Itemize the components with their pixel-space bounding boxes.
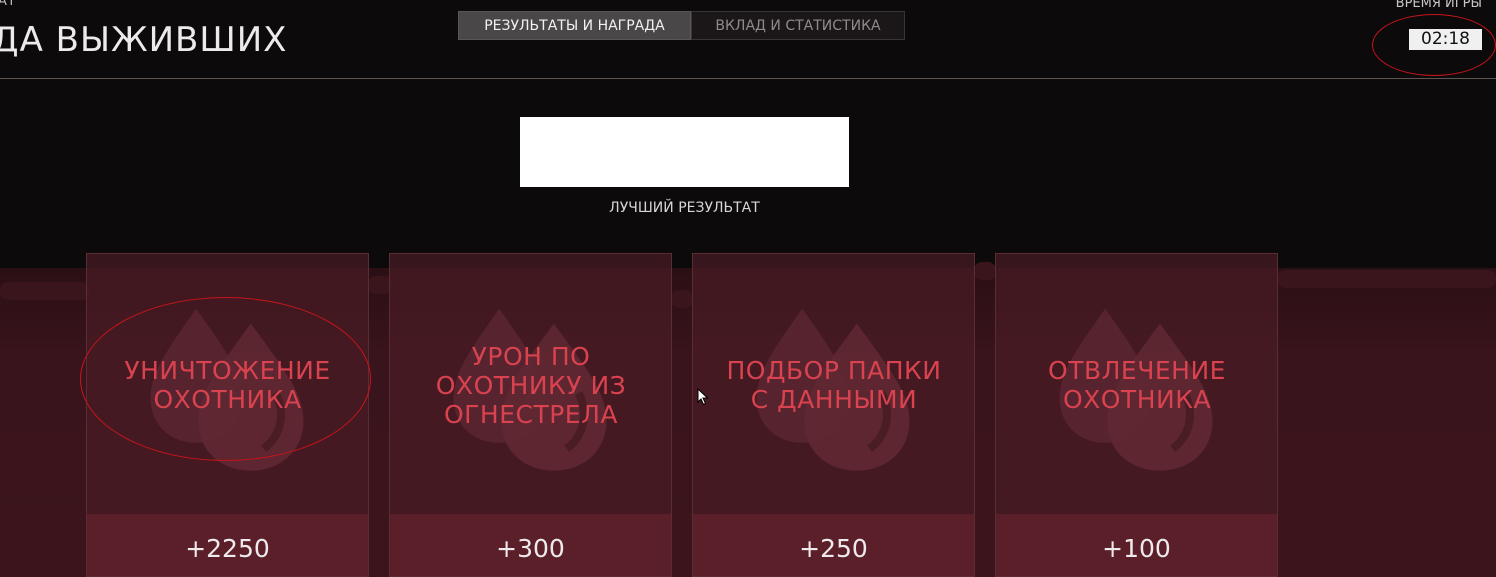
brush-stroke [0, 282, 90, 300]
tab-results-reward[interactable]: РЕЗУЛЬТАТЫ И НАГРАДА [458, 11, 691, 40]
header-bar: АТ ДА ВЫЖИВШИХ РЕЗУЛЬТАТЫ И НАГРАДА ВКЛА… [0, 0, 1496, 79]
card-footer: +300 [390, 514, 671, 576]
mouse-cursor-icon [697, 388, 709, 406]
brush-stroke [671, 290, 693, 308]
mode-label: АТ [0, 0, 16, 9]
best-result-label: ЛУЧШИЙ РЕЗУЛЬТАТ [609, 200, 760, 216]
game-time-label: ВРЕМЯ ИГРЫ [1395, 0, 1482, 11]
annotation-ellipse-time [1372, 14, 1496, 76]
reward-card: ПОДБОР ПАПКИ С ДАННЫМИ +250 [692, 253, 975, 577]
reward-card: УРОН ПО ОХОТНИКУ ИЗ ОГНЕСТРЕЛА +300 [389, 253, 672, 577]
tab-bar: РЕЗУЛЬТАТЫ И НАГРАДА ВКЛАД И СТАТИСТИКА [458, 11, 905, 40]
card-title: ПОДБОР ПАПКИ С ДАННЫМИ [726, 356, 942, 414]
card-footer: +2250 [87, 514, 368, 576]
card-footer: +250 [693, 514, 974, 576]
card-title: УРОН ПО ОХОТНИКУ ИЗ ОГНЕСТРЕЛА [435, 342, 627, 429]
card-points: +300 [496, 534, 565, 563]
card-title: ОТВЛЕЧЕНИЕ ОХОТНИКА [1048, 356, 1226, 414]
tab-contribution-stats[interactable]: ВКЛАД И СТАТИСТИКА [691, 11, 905, 40]
card-points: +250 [799, 534, 868, 563]
brush-stroke [974, 262, 996, 280]
redacted-box [520, 117, 849, 187]
card-points: +100 [1102, 534, 1171, 563]
card-points: +2250 [185, 534, 270, 563]
page-title: ДА ВЫЖИВШИХ [0, 20, 288, 60]
annotation-ellipse-card [80, 297, 371, 461]
reward-card: ОТВЛЕЧЕНИЕ ОХОТНИКА +100 [995, 253, 1278, 577]
brush-stroke [1277, 270, 1496, 288]
card-footer: +100 [996, 514, 1277, 576]
